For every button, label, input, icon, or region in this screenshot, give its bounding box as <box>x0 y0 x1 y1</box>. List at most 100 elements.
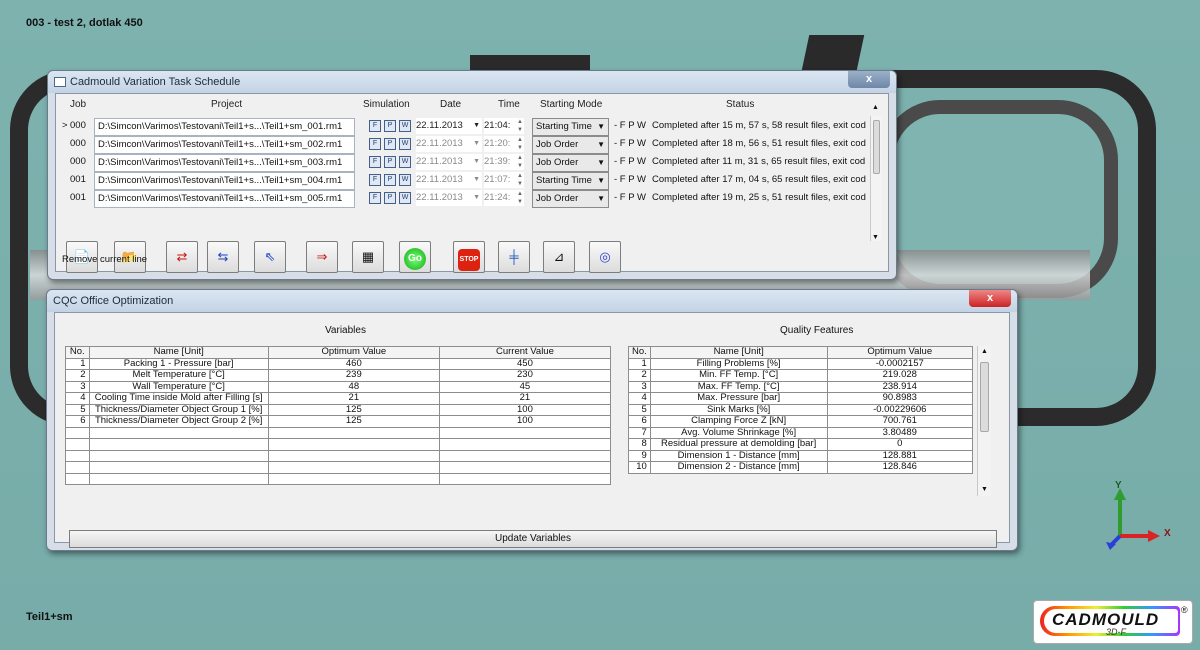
table-row[interactable]: 10 Dimension 2 - Distance [mm] 128.846 <box>628 461 973 474</box>
current-value[interactable]: 230 <box>438 369 612 382</box>
sim-packing-toggle[interactable]: P <box>384 138 396 150</box>
sim-warpage-toggle[interactable]: W <box>399 120 411 132</box>
quality-features-table[interactable]: No. Name [Unit] Optimum Value 1 Filling Prob… <box>628 346 973 474</box>
scroll-thumb[interactable] <box>980 362 989 432</box>
starting-mode-select[interactable]: Starting Time ▼ <box>532 118 609 136</box>
empty-cell[interactable] <box>438 438 612 451</box>
spin-icon[interactable]: ▲ ▼ <box>517 136 523 152</box>
sim-packing-toggle[interactable]: P <box>384 174 396 186</box>
empty-cell[interactable] <box>438 472 612 485</box>
optimization-titlebar[interactable]: CQC Office Optimization x <box>47 290 1017 312</box>
chevron-down-icon[interactable]: ▼ <box>597 173 605 189</box>
table-row[interactable]: 1 Packing 1 - Pressure [bar] 460 450 <box>65 357 612 370</box>
column-header[interactable]: Optimum Value <box>826 346 973 359</box>
table-row[interactable]: 6 Clamping Force Z [kN] 700.761 <box>628 415 973 428</box>
current-value[interactable]: 450 <box>438 357 612 370</box>
time-field[interactable]: 21:24: ▲ ▼ <box>484 190 524 206</box>
sim-filling-toggle[interactable]: F <box>369 174 381 186</box>
empty-cell[interactable] <box>438 426 612 439</box>
time-field[interactable]: 21:07: ▲ ▼ <box>484 172 524 188</box>
table-row[interactable]: 4 Max. Pressure [bar] 90.8983 <box>628 392 973 405</box>
table-row[interactable]: 4 Cooling Time inside Mold after Filling … <box>65 392 612 405</box>
current-value[interactable]: 100 <box>438 403 612 416</box>
table-row[interactable] <box>65 426 612 439</box>
variables-table[interactable]: No. Name [Unit] Optimum Value Current Value… <box>65 346 612 485</box>
date-field[interactable]: 22.11.2013 ▼ <box>416 172 482 188</box>
chevron-down-icon[interactable]: ▼ <box>473 172 480 188</box>
insert-line-icon[interactable]: ⇖ <box>254 241 286 273</box>
column-header[interactable]: Optimum Value <box>267 346 440 359</box>
time-field[interactable]: 21:04: ▲ ▼ <box>484 118 524 134</box>
scroll-thumb[interactable] <box>873 120 880 174</box>
chevron-down-icon[interactable]: ▼ <box>597 191 605 207</box>
project-path[interactable]: D:\Simcon\Varimos\Testovani\Teil1+s...\T… <box>94 118 355 136</box>
table-row[interactable]: 7 Avg. Volume Shrinkage [%] 3.80489 <box>628 426 973 439</box>
starting-mode-select[interactable]: Job Order ▼ <box>532 136 609 154</box>
sim-packing-toggle[interactable]: P <box>384 156 396 168</box>
table-row[interactable]: 1 Filling Problems [%] -0.0002157 <box>628 357 973 370</box>
spin-icon[interactable]: ▲ ▼ <box>517 118 523 134</box>
date-field[interactable]: 22.11.2013 ▼ <box>416 118 482 134</box>
stop-button[interactable]: STOP <box>453 241 485 273</box>
scroll-up-icon[interactable]: ▲ <box>872 104 879 111</box>
table-row[interactable]: 001 D:\Simcon\Varimos\Testovani\Teil1+s..… <box>62 190 872 208</box>
table-row[interactable] <box>65 461 612 474</box>
chevron-down-icon[interactable]: ▼ <box>473 190 480 206</box>
time-field[interactable]: 21:39: ▲ ▼ <box>484 154 524 170</box>
close-icon[interactable]: x <box>848 71 890 88</box>
sim-warpage-toggle[interactable]: W <box>399 156 411 168</box>
empty-cell[interactable] <box>438 449 612 462</box>
current-value[interactable]: 45 <box>438 380 612 393</box>
project-path[interactable]: D:\Simcon\Varimos\Testovani\Teil1+s...\T… <box>94 172 355 190</box>
swap-lines-icon[interactable]: ⇄ <box>166 241 198 273</box>
date-field[interactable]: 22.11.2013 ▼ <box>416 154 482 170</box>
table-row[interactable]: 9 Dimension 1 - Distance [mm] 128.881 <box>628 449 973 462</box>
scroll-down-icon[interactable]: ▼ <box>872 234 879 241</box>
table-row[interactable]: 3 Wall Temperature [°C] 48 45 <box>65 380 612 393</box>
go-button[interactable]: Go <box>399 241 431 273</box>
chevron-down-icon[interactable]: ▼ <box>473 136 480 152</box>
date-field[interactable]: 22.11.2013 ▼ <box>416 136 482 152</box>
table-row[interactable] <box>65 449 612 462</box>
table-row[interactable]: 2 Melt Temperature [°C] 239 230 <box>65 369 612 382</box>
project-path[interactable]: D:\Simcon\Varimos\Testovani\Teil1+s...\T… <box>94 154 355 172</box>
table-row[interactable]: 000 D:\Simcon\Varimos\Testovani\Teil1+s..… <box>62 154 872 172</box>
chevron-down-icon[interactable]: ▼ <box>473 118 480 134</box>
sim-filling-toggle[interactable]: F <box>369 138 381 150</box>
timeline-icon[interactable]: ╪ <box>498 241 530 273</box>
table-row[interactable]: 5 Thickness/Diameter Object Group 1 [%] 12… <box>65 403 612 416</box>
append-line-icon[interactable]: ⇒ <box>306 241 338 273</box>
sim-warpage-toggle[interactable]: W <box>399 192 411 204</box>
chevron-down-icon[interactable]: ▼ <box>473 154 480 170</box>
sim-filling-toggle[interactable]: F <box>369 156 381 168</box>
table-row[interactable] <box>65 438 612 451</box>
sim-warpage-toggle[interactable]: W <box>399 174 411 186</box>
update-variables-button[interactable]: Update Variables <box>69 530 997 548</box>
table-row[interactable]: 8 Residual pressure at demolding [bar] 0 <box>628 438 973 451</box>
scroll-down-icon[interactable]: ▼ <box>981 486 988 493</box>
table-row[interactable] <box>65 472 612 485</box>
cqc-optimization-window[interactable]: CQC Office Optimization x Variables Qual… <box>46 289 1018 551</box>
table-row[interactable]: 001 D:\Simcon\Varimos\Testovani\Teil1+s..… <box>62 172 872 190</box>
spin-icon[interactable]: ▲ ▼ <box>517 154 523 170</box>
sim-packing-toggle[interactable]: P <box>384 192 396 204</box>
table-row[interactable]: 2 Min. FF Temp. [°C] 219.028 <box>628 369 973 382</box>
table-row[interactable]: 5 Sink Marks [%] -0.00229606 <box>628 403 973 416</box>
time-field[interactable]: 21:20: ▲ ▼ <box>484 136 524 152</box>
variation-task-schedule-window[interactable]: Cadmould Variation Task Schedule x Job P… <box>47 70 897 280</box>
column-header[interactable]: Name [Unit] <box>649 346 828 359</box>
close-icon[interactable]: x <box>969 290 1011 307</box>
target-icon[interactable]: ◎ <box>589 241 621 273</box>
starting-mode-select[interactable]: Job Order ▼ <box>532 190 609 208</box>
empty-cell[interactable] <box>438 461 612 474</box>
sim-packing-toggle[interactable]: P <box>384 120 396 132</box>
chevron-down-icon[interactable]: ▼ <box>597 119 605 135</box>
current-value[interactable]: 100 <box>438 415 612 428</box>
column-header[interactable]: No. <box>65 346 90 359</box>
current-value[interactable]: 21 <box>438 392 612 405</box>
starting-mode-select[interactable]: Job Order ▼ <box>532 154 609 172</box>
starting-mode-select[interactable]: Starting Time ▼ <box>532 172 609 190</box>
date-field[interactable]: 22.11.2013 ▼ <box>416 190 482 206</box>
table-row[interactable]: 3 Max. FF Temp. [°C] 238.914 <box>628 380 973 393</box>
table-row[interactable]: 000 D:\Simcon\Varimos\Testovani\Teil1+s..… <box>62 136 872 154</box>
